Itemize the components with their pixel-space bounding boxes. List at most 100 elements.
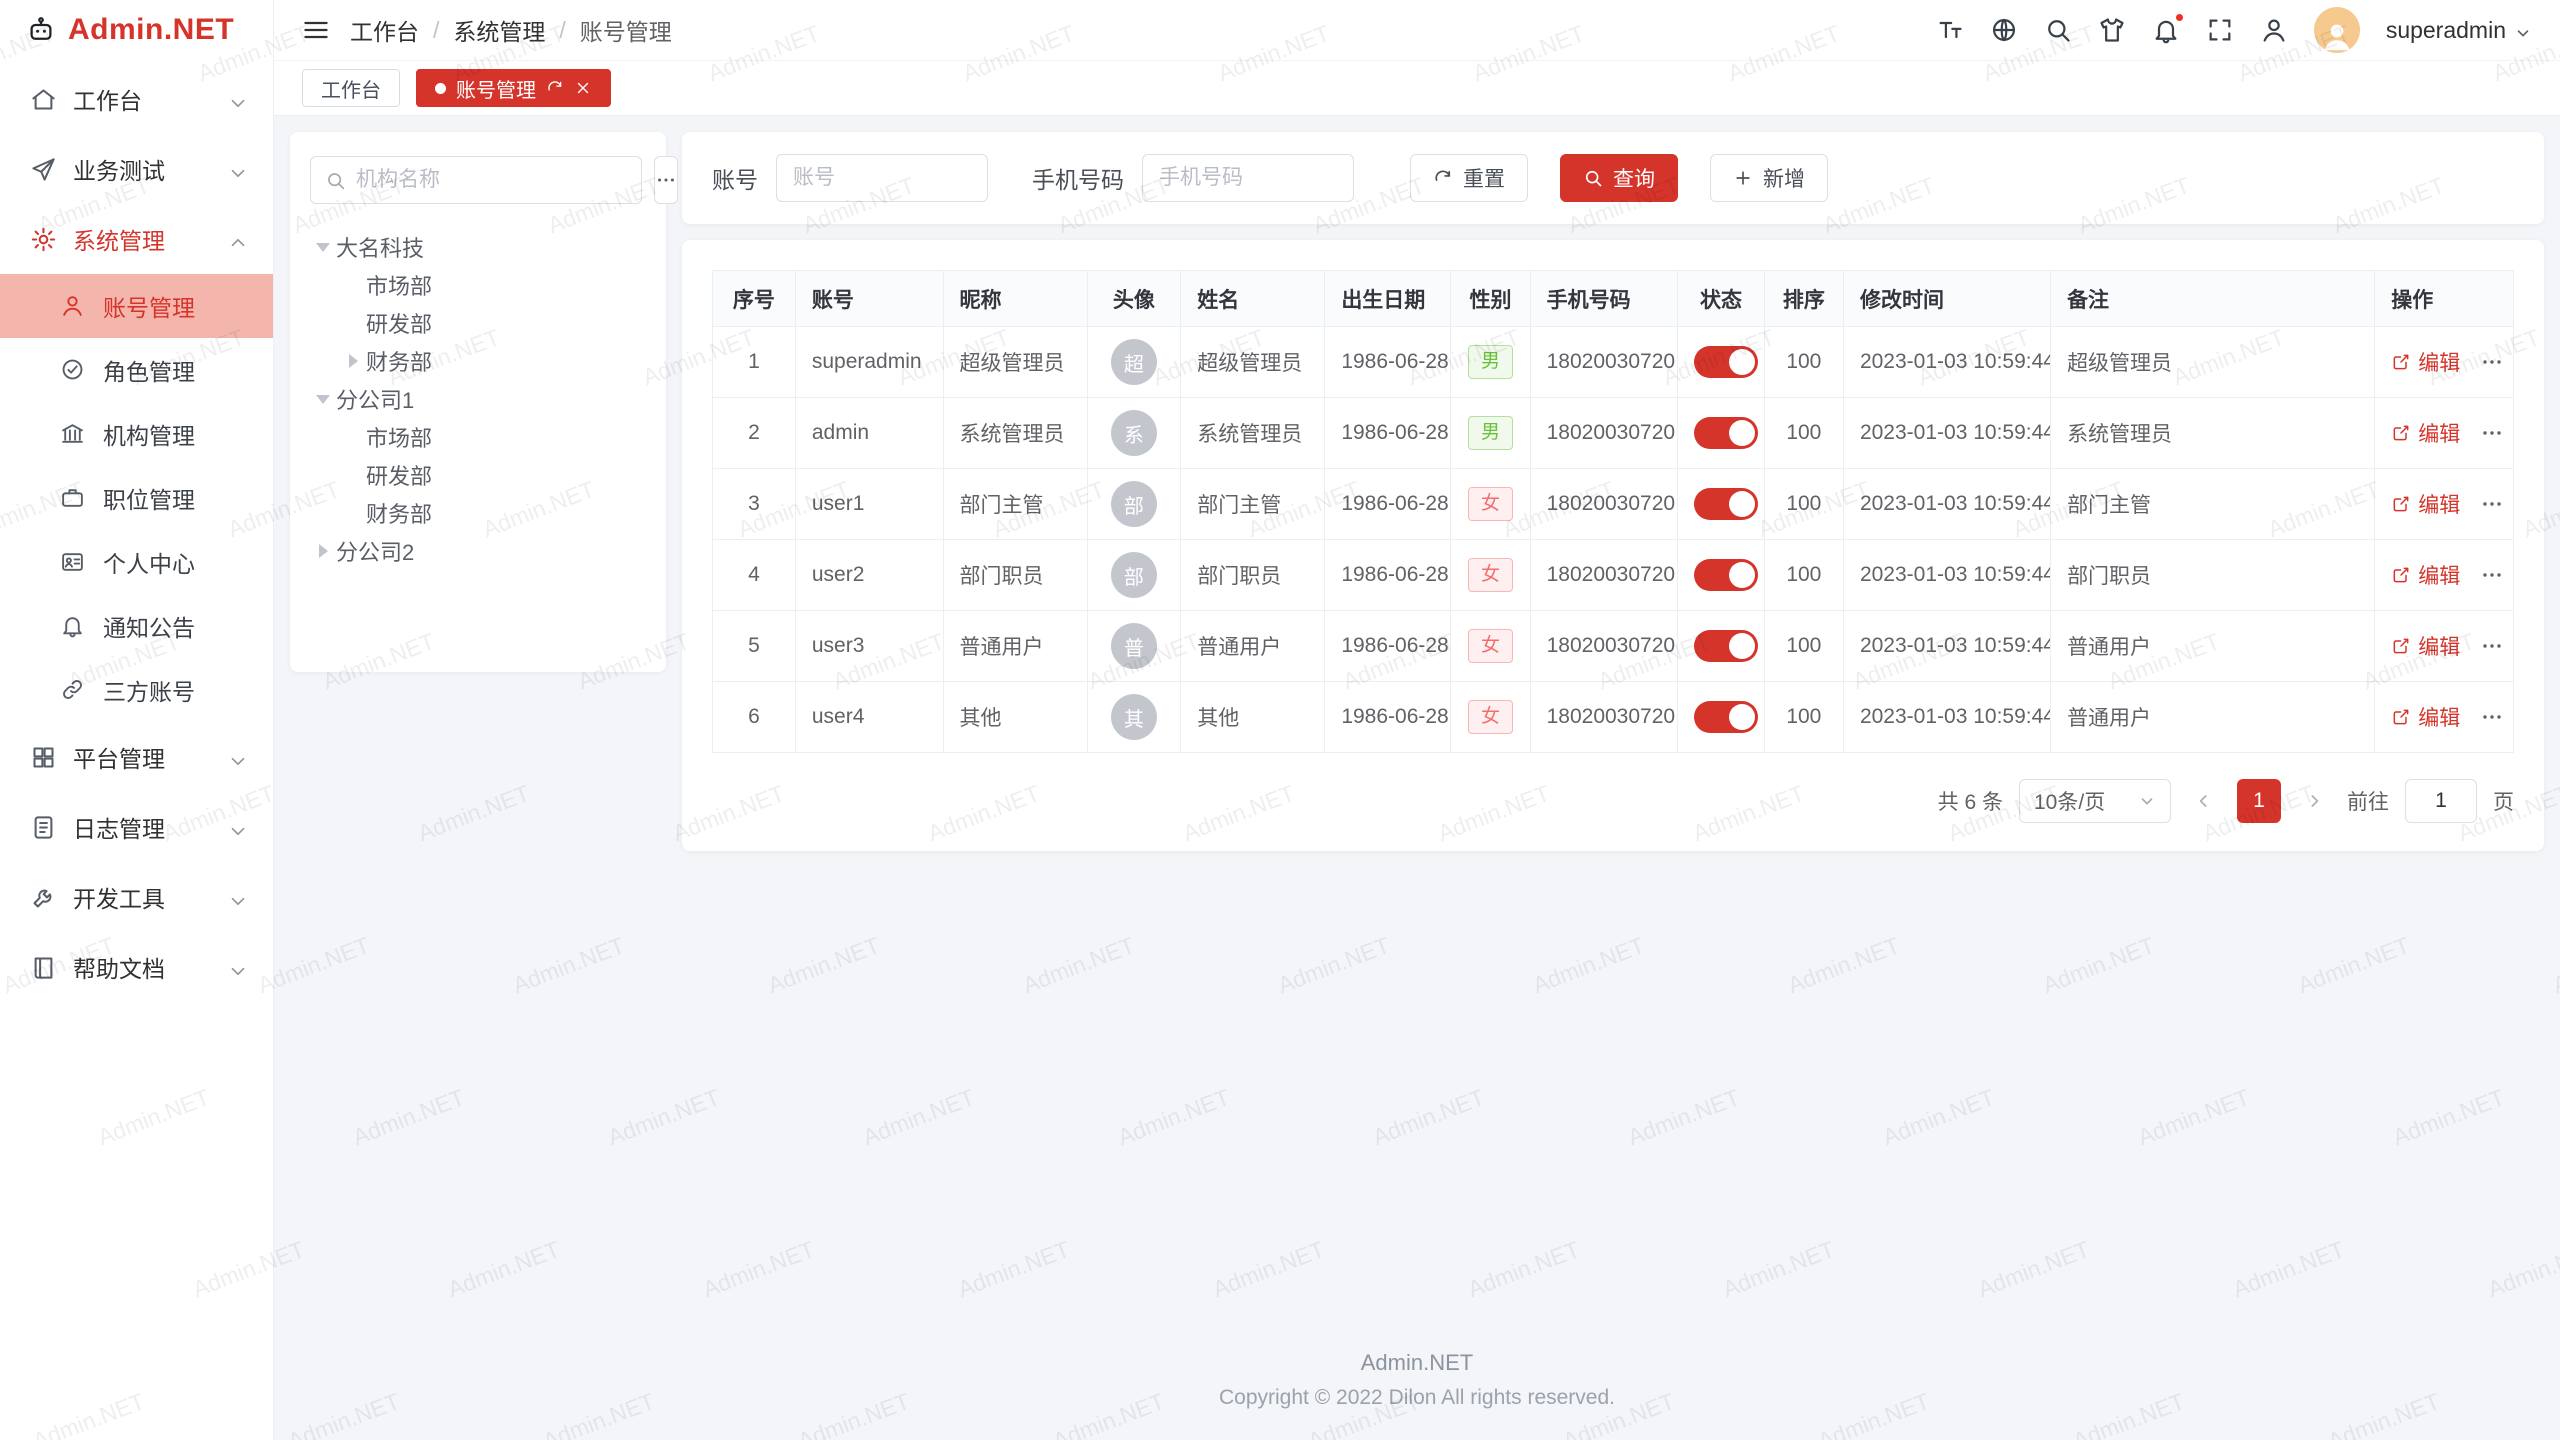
tree-caret-icon[interactable]	[310, 395, 336, 404]
sidebar-subitem-3[interactable]: 职位管理	[0, 466, 273, 530]
edit-icon	[2391, 707, 2411, 727]
status-toggle[interactable]	[1694, 417, 1758, 449]
prev-page-icon[interactable]	[2187, 779, 2221, 823]
edit-button[interactable]: 编辑	[2391, 418, 2460, 448]
cell-phone: 18020030720	[1530, 682, 1678, 753]
tree-node[interactable]: 研发部	[340, 304, 646, 342]
status-toggle[interactable]	[1694, 559, 1758, 591]
sidebar-item-0[interactable]: 工作台	[0, 64, 273, 134]
tab-0[interactable]: 工作台	[302, 69, 400, 107]
org-search-input[interactable]	[356, 168, 627, 192]
column-header: 排序	[1764, 271, 1843, 327]
notification-bell-icon[interactable]	[2152, 16, 2180, 44]
cell-avatar: 其	[1087, 682, 1181, 753]
tree-node[interactable]: 研发部	[340, 456, 646, 494]
tree-node[interactable]: 财务部	[340, 494, 646, 532]
tree-caret-icon[interactable]	[310, 243, 336, 252]
status-toggle[interactable]	[1694, 346, 1758, 378]
chevron-down-icon	[227, 956, 249, 978]
phone-input[interactable]	[1142, 154, 1354, 202]
status-toggle[interactable]	[1694, 488, 1758, 520]
tree-caret-icon[interactable]	[310, 544, 336, 558]
page-number-current[interactable]: 1	[2237, 779, 2281, 823]
next-page-icon[interactable]	[2297, 779, 2331, 823]
tree-caret-icon[interactable]	[340, 354, 366, 368]
column-header: 头像	[1087, 271, 1181, 327]
search-button[interactable]: 查询	[1560, 154, 1678, 202]
more-actions-icon[interactable]	[2480, 421, 2504, 445]
globe-language-icon[interactable]	[1990, 16, 2018, 44]
tab-1[interactable]: 账号管理	[416, 69, 611, 107]
sidebar-subitem-0[interactable]: 账号管理	[0, 274, 273, 338]
cell-name: 其他	[1181, 682, 1325, 753]
sidebar-item-label: 工作台	[73, 82, 227, 116]
breadcrumb-item[interactable]: 工作台	[350, 13, 419, 47]
more-actions-icon[interactable]	[2480, 705, 2504, 729]
more-actions-icon[interactable]	[2480, 634, 2504, 658]
sidebar-subitem-4[interactable]: 个人中心	[0, 530, 273, 594]
user-avatar[interactable]	[2314, 7, 2360, 53]
edit-button[interactable]: 编辑	[2391, 560, 2460, 590]
edit-button[interactable]: 编辑	[2391, 631, 2460, 661]
org-tree: 大名科技市场部研发部财务部分公司1市场部研发部财务部分公司2	[310, 228, 646, 570]
reset-button[interactable]: 重置	[1410, 154, 1528, 202]
chevron-down-icon	[227, 88, 249, 110]
tab-label: 工作台	[321, 74, 381, 103]
sidebar-item-5[interactable]: 开发工具	[0, 862, 273, 932]
sidebar-subitem-5[interactable]: 通知公告	[0, 594, 273, 658]
sidebar-item-4[interactable]: 日志管理	[0, 792, 273, 862]
status-toggle[interactable]	[1694, 701, 1758, 733]
edit-button[interactable]: 编辑	[2391, 702, 2460, 732]
sidebar-subitem-2[interactable]: 机构管理	[0, 402, 273, 466]
search-icon[interactable]	[2044, 16, 2072, 44]
edit-button[interactable]: 编辑	[2391, 347, 2460, 377]
menu-collapse-icon[interactable]	[302, 16, 330, 44]
status-toggle[interactable]	[1694, 630, 1758, 662]
cell-account: admin	[795, 398, 943, 469]
page-size-select[interactable]: 10条/页	[2019, 779, 2171, 823]
table-row: 4user2部门职员部部门职员1986-06-28女18020030720100…	[713, 540, 2514, 611]
cell-actions: 编辑	[2375, 540, 2514, 611]
breadcrumb-item[interactable]: 系统管理	[453, 13, 545, 47]
sidebar-item-3[interactable]: 平台管理	[0, 722, 273, 792]
username-dropdown[interactable]: superadmin	[2386, 17, 2532, 44]
sidebar-subitem-1[interactable]: 角色管理	[0, 338, 273, 402]
fullscreen-icon[interactable]	[2206, 16, 2234, 44]
tree-node[interactable]: 市场部	[340, 266, 646, 304]
font-size-icon[interactable]	[1936, 16, 1964, 44]
edit-button[interactable]: 编辑	[2391, 489, 2460, 519]
tab-close-icon[interactable]	[574, 79, 592, 97]
more-actions-icon[interactable]	[2480, 563, 2504, 587]
tree-node[interactable]: 分公司2	[310, 532, 646, 570]
grid-icon	[30, 744, 57, 771]
tree-node[interactable]: 分公司1	[310, 380, 646, 418]
sidebar-item-6[interactable]: 帮助文档	[0, 932, 273, 1002]
profile-icon[interactable]	[2260, 16, 2288, 44]
account-input[interactable]	[776, 154, 988, 202]
plus-icon	[1733, 168, 1753, 188]
tree-node[interactable]: 财务部	[340, 342, 646, 380]
cell-birthdate: 1986-06-28	[1325, 398, 1451, 469]
sidebar-item-1[interactable]: 业务测试	[0, 134, 273, 204]
search-label: 查询	[1613, 163, 1655, 193]
sidebar-subitem-label: 角色管理	[103, 353, 249, 387]
tab-refresh-icon[interactable]	[546, 79, 564, 97]
briefcase-icon	[60, 485, 87, 512]
cell-gender: 男	[1451, 398, 1530, 469]
tree-node[interactable]: 市场部	[340, 418, 646, 456]
logo[interactable]: Admin.NET	[0, 0, 273, 60]
theme-icon[interactable]	[2098, 16, 2126, 44]
goto-page-input[interactable]	[2405, 779, 2477, 823]
more-actions-icon[interactable]	[2480, 492, 2504, 516]
tree-node[interactable]: 大名科技	[310, 228, 646, 266]
tree-more-button[interactable]	[654, 156, 678, 204]
cell-name: 系统管理员	[1181, 398, 1325, 469]
add-button[interactable]: 新增	[1710, 154, 1828, 202]
org-search-row	[310, 156, 646, 204]
sidebar-subitem-6[interactable]: 三方账号	[0, 658, 273, 722]
more-actions-icon[interactable]	[2480, 350, 2504, 374]
tree-node-label: 研发部	[366, 307, 432, 339]
cell-modified-time: 2023-01-03 10:59:44	[1843, 327, 2050, 398]
home-icon	[30, 86, 57, 113]
sidebar-item-2[interactable]: 系统管理	[0, 204, 273, 274]
